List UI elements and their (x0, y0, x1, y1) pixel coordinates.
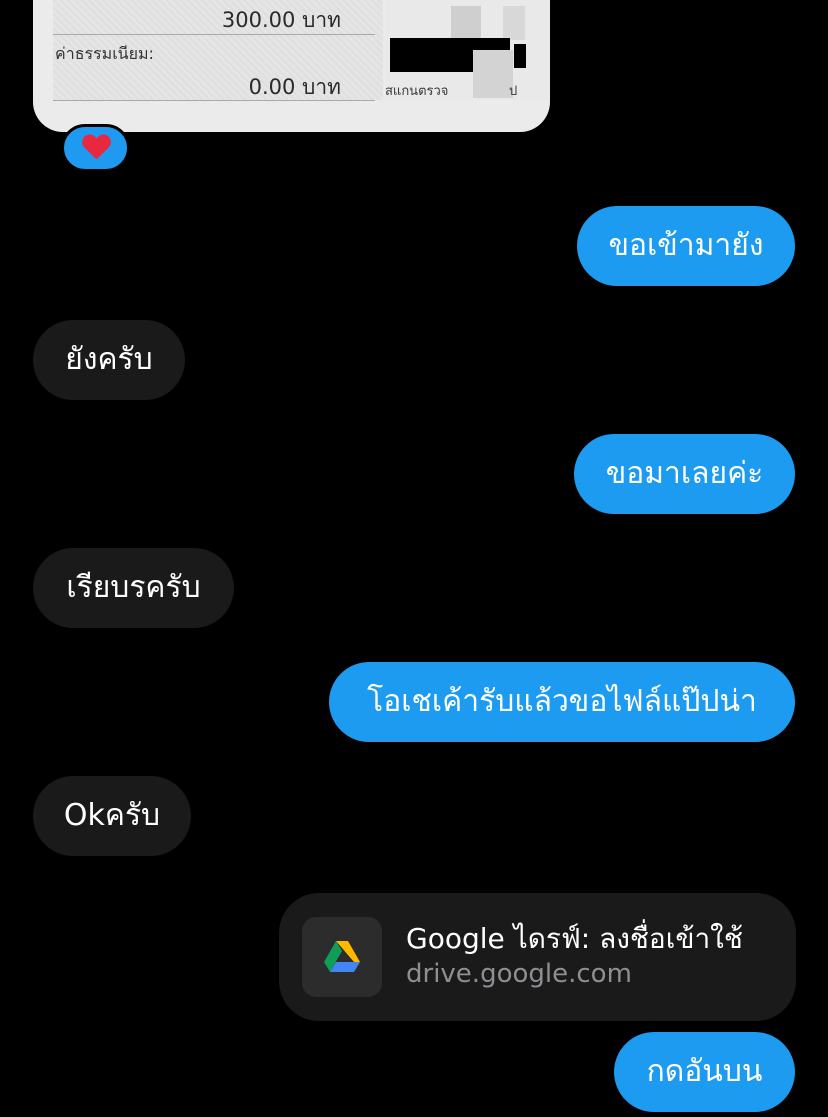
outgoing-message[interactable]: ขอมาเลยค่ะ (574, 434, 795, 514)
link-title: Google ไดรฟ์: ลงชื่อเข้าใช้ (406, 922, 743, 955)
incoming-message[interactable]: เรียบรครับ (33, 548, 234, 628)
outgoing-message[interactable]: โอเชเค้ารับแล้วขอไฟล์แป๊ปน่า (329, 662, 795, 742)
receipt-fee-label: ค่าธรรมเนียม: (55, 44, 154, 63)
scan-caption: สแกนตรวจ (385, 84, 449, 99)
receipt-divider (53, 100, 375, 101)
redacted-region (514, 44, 526, 68)
scan-caption-tail: ป (509, 84, 518, 99)
blurred-qr-region (451, 6, 481, 40)
incoming-message[interactable]: ยังครับ (33, 320, 185, 400)
receipt-image-attachment[interactable]: 300.00 บาท ค่าธรรมเนียม: 0.00 บาท สแกนตร… (33, 0, 550, 132)
heart-icon (82, 135, 110, 161)
incoming-message[interactable]: Okครับ (33, 776, 191, 856)
google-drive-icon (324, 941, 360, 972)
blurred-qr-region (473, 50, 513, 98)
heart-reaction[interactable] (61, 124, 130, 172)
receipt-amount: 300.00 บาท (221, 8, 341, 32)
blurred-qr-region (503, 6, 525, 40)
receipt-divider (53, 34, 375, 35)
link-domain: drive.google.com (406, 959, 632, 989)
link-thumbnail (302, 917, 382, 997)
link-preview-card[interactable]: Google ไดรฟ์: ลงชื่อเข้าใช้ drive.google… (279, 893, 796, 1021)
outgoing-message[interactable]: กดอันบน (614, 1032, 795, 1112)
outgoing-message[interactable]: ขอเข้ามายัง (577, 206, 795, 286)
